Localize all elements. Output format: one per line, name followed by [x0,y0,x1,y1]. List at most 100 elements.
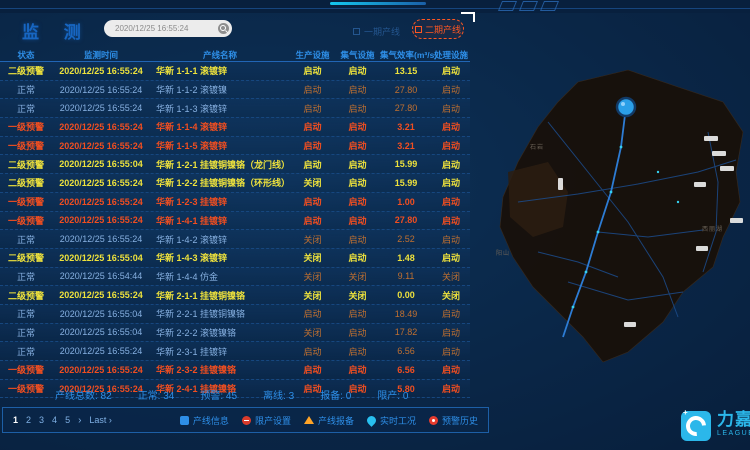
limit-circle-icon [242,416,251,425]
district-map[interactable]: 西丽湖 阳山 石岩 [478,52,750,408]
top-deco-boxes-icon [500,1,557,11]
table-row[interactable]: 二级预警2020/12/25 16:55:04华新 1-4-3 滚镀锌关闭启动1… [0,249,470,268]
cell-time: 2020/12/25 16:55:24 [52,290,150,300]
page-button[interactable]: 1 [13,415,18,425]
page-button[interactable]: 5 [65,415,70,425]
legend-button-limit-circle[interactable]: 限产设置 [242,414,291,427]
table-body: 二级预警2020/12/25 16:55:24华新 1-1-1 滚镀锌启动启动1… [0,62,470,398]
legend-button-alarm-history[interactable]: 预警历史 [429,414,478,427]
stat-item: 预警: 45 [200,387,237,402]
table-row[interactable]: 正常2020/12/25 16:55:24华新 1-1-2 滚镀镍启动启动27.… [0,81,470,100]
map-marker[interactable] [617,98,635,116]
table-row[interactable]: 正常2020/12/25 16:55:24华新 1-1-3 滚镀锌启动启动27.… [0,99,470,118]
table-row[interactable]: 正常2020/12/25 16:55:04华新 2-2-2 滚镀镍铬关闭启动17… [0,324,470,343]
table-row[interactable]: 一级预警2020/12/25 16:55:24华新 1-1-4 滚镀锌启动启动3… [0,118,470,137]
cell-name: 华新 1-1-1 滚镀锌 [150,64,290,77]
brand-logo: 力嘉科技 LEAGUE TECH [681,411,750,441]
cell-time: 2020/12/25 16:55:24 [52,122,150,132]
cell-gas: 启动 [335,176,380,189]
page-title: 监 测 [22,18,91,43]
page-button[interactable]: 2 [26,415,31,425]
page-button[interactable]: 3 [39,415,44,425]
cell-eff: 1.00 [380,197,432,207]
cell-gas: 启动 [335,233,380,246]
cell-eff: 3.21 [380,141,432,151]
cell-eff: 27.80 [380,103,432,113]
stat-item: 离线: 3 [263,387,294,402]
cell-time: 2020/12/25 16:55:24 [52,103,150,113]
cell-prod: 关闭 [290,326,335,339]
cell-time: 2020/12/25 16:55:24 [52,85,150,95]
table-row[interactable]: 正常2020/12/25 16:55:24华新 1-4-2 滚镀锌关闭启动2.5… [0,230,470,249]
checkbox-icon[interactable] [353,28,360,35]
cell-gas: 启动 [335,102,380,115]
cell-gas: 启动 [335,120,380,133]
cell-treat: 启动 [432,233,470,246]
cell-time: 2020/12/25 16:55:24 [52,346,150,356]
table-row[interactable]: 二级预警2020/12/25 16:55:24华新 1-1-1 滚镀锌启动启动1… [0,62,470,81]
page-button[interactable]: 4 [52,415,57,425]
cell-name: 华新 2-2-2 滚镀镍铬 [150,326,290,339]
phase2-button[interactable]: 二期产线 [412,19,464,39]
next-page-button[interactable]: › [78,415,81,426]
cell-time: 2020/12/25 16:55:24 [52,66,150,76]
checkbox-icon [415,26,422,33]
legend-button-info-square[interactable]: 产线信息 [180,414,229,427]
search-input[interactable] [113,23,218,34]
cell-eff: 27.80 [380,85,432,95]
table-row[interactable]: 正常2020/12/25 16:54:44华新 1-4-4 仿金关闭关闭9.11… [0,268,470,287]
column-header: 处理设施 [432,49,470,61]
table-header: 状态监测时间产线名称生产设施集气设施集气效率(m³/s)处理设施 [0,48,470,62]
map-place-label: 石岩 [530,142,544,151]
cell-name: 华新 2-1-1 挂镀铜镍铬 [150,289,290,302]
cell-prod: 关闭 [290,176,335,189]
info-square-icon [180,416,189,425]
cell-treat: 启动 [432,64,470,77]
cell-eff: 27.80 [380,215,432,225]
cell-name: 华新 1-2-2 挂镀铜镍铬（环形线） [150,176,290,189]
legend-button-live-status[interactable]: 实时工况 [367,414,416,427]
monitor-table: 状态监测时间产线名称生产设施集气设施集气效率(m³/s)处理设施 二级预警202… [0,48,470,398]
cell-status: 一级预警 [0,214,52,227]
legend-button-report-triangle[interactable]: 产线报备 [304,414,354,427]
cell-gas: 关闭 [335,270,380,283]
cell-prod: 启动 [290,195,335,208]
table-row[interactable]: 二级预警2020/12/25 16:55:04华新 1-2-1 挂镀铜镍铬（龙门… [0,155,470,174]
table-row[interactable]: 正常2020/12/25 16:55:24华新 2-3-1 挂镀锌启动启动6.5… [0,342,470,361]
cell-status: 二级预警 [0,251,52,264]
cell-prod: 关闭 [290,289,335,302]
phase2-label: 二期产线 [425,23,461,36]
table-row[interactable]: 二级预警2020/12/25 16:55:24华新 1-2-2 挂镀铜镍铬（环形… [0,174,470,193]
last-page-button[interactable]: Last › [89,415,112,425]
table-row[interactable]: 一级预警2020/12/25 16:55:24华新 1-2-3 挂镀锌启动启动1… [0,193,470,212]
cell-time: 2020/12/25 16:55:24 [52,215,150,225]
cell-status: 一级预警 [0,139,52,152]
phase1-checkbox[interactable]: 一期产线 [353,25,400,38]
table-row[interactable]: 一级预警2020/12/25 16:55:24华新 2-3-2 挂镀镍铬启动启动… [0,361,470,380]
search-icon[interactable] [218,23,229,34]
cell-status: 正常 [0,83,52,96]
cell-gas: 启动 [335,64,380,77]
search-box[interactable] [104,20,232,37]
cell-treat: 启动 [432,251,470,264]
cell-prod: 启动 [290,307,335,320]
cell-prod: 启动 [290,83,335,96]
cell-status: 正常 [0,345,52,358]
pagination: 12345 › Last › [13,415,112,426]
table-row[interactable]: 二级预警2020/12/25 16:55:24华新 2-1-1 挂镀铜镍铬关闭关… [0,286,470,305]
cell-eff: 6.56 [380,365,432,375]
cell-prod: 启动 [290,102,335,115]
table-row[interactable]: 一级预警2020/12/25 16:55:24华新 1-4-1 挂镀锌启动启动2… [0,212,470,231]
cell-status: 一级预警 [0,120,52,133]
cell-name: 华新 1-4-3 滚镀锌 [150,251,290,264]
map-place-label: 西丽湖 [702,224,723,233]
table-row[interactable]: 一级预警2020/12/25 16:55:24华新 1-1-5 滚镀锌启动启动3… [0,137,470,156]
live-status-icon [365,414,378,427]
column-header: 生产设施 [290,49,335,61]
stat-item: 产线总数: 82 [55,387,112,402]
table-row[interactable]: 正常2020/12/25 16:55:04华新 2-2-1 挂镀铜镍铬启动启动1… [0,305,470,324]
cell-prod: 关闭 [290,270,335,283]
cell-status: 二级预警 [0,158,52,171]
cell-prod: 启动 [290,214,335,227]
cell-name: 华新 1-1-4 滚镀锌 [150,120,290,133]
